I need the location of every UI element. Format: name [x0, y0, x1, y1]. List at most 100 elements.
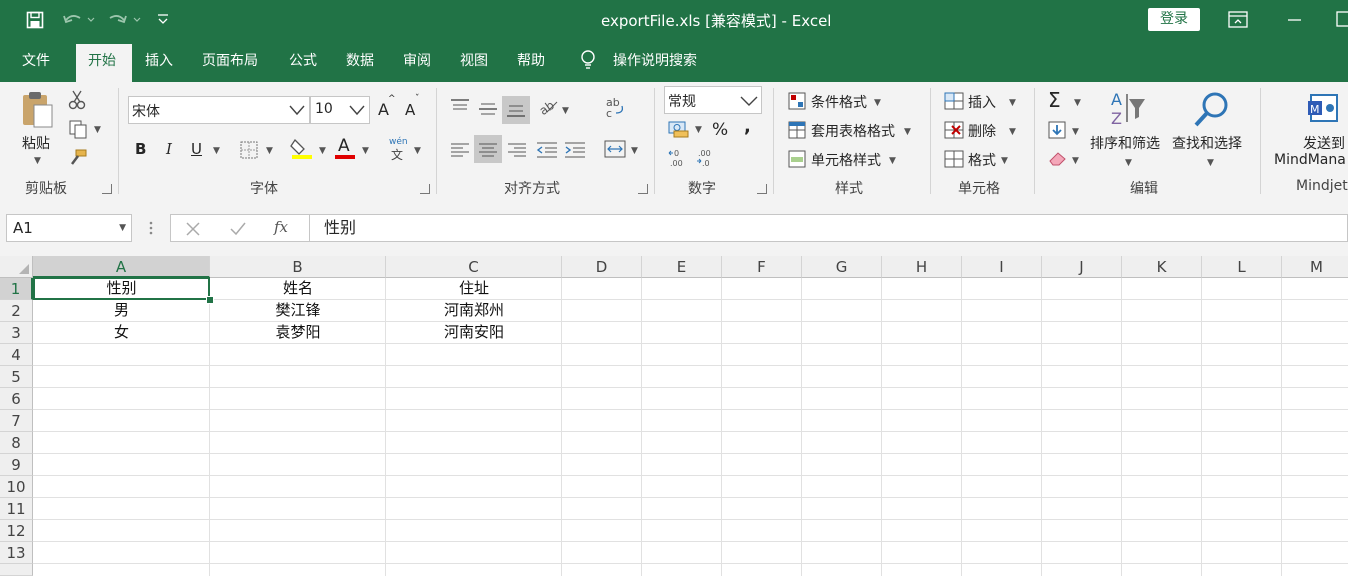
italic-button[interactable]: I: [166, 140, 172, 158]
redo-icon[interactable]: [106, 12, 142, 28]
table-dropdown-icon[interactable]: ▼: [904, 127, 911, 137]
decrease-decimal-icon[interactable]: .00 .0: [696, 148, 718, 168]
fill-color-icon[interactable]: [290, 136, 314, 160]
ribbon-display-options-icon[interactable]: [1228, 11, 1248, 28]
format-as-table-button[interactable]: 套用表格格式: [811, 121, 895, 141]
font-size-combo[interactable]: 10: [310, 96, 370, 124]
insert-dropdown-icon[interactable]: ▼: [1009, 98, 1016, 108]
row-header-10[interactable]: 10: [0, 476, 33, 498]
cut-icon[interactable]: [68, 90, 86, 110]
column-header-b[interactable]: B: [210, 256, 386, 278]
vertical-dots-icon[interactable]: [148, 221, 154, 237]
insert-cells-icon[interactable]: [944, 92, 964, 110]
font-launcher-icon[interactable]: [420, 184, 430, 194]
customize-quick-access-icon[interactable]: [156, 13, 170, 27]
comma-style-button[interactable]: ,: [744, 116, 751, 137]
cell-b2[interactable]: 樊江锋: [210, 299, 386, 321]
tab-file[interactable]: 文件: [22, 50, 50, 70]
name-box[interactable]: A1 ▼: [6, 214, 132, 242]
row-header-7[interactable]: 7: [0, 410, 33, 432]
mindmanager-icon[interactable]: M: [1308, 92, 1344, 128]
increase-indent-icon[interactable]: [564, 141, 586, 159]
tab-data[interactable]: 数据: [346, 50, 374, 70]
wrap-text-icon[interactable]: ab c: [604, 96, 626, 120]
column-header-f[interactable]: F: [722, 256, 802, 278]
paste-icon[interactable]: [20, 90, 56, 130]
tab-review[interactable]: 审阅: [403, 50, 431, 70]
row-header-4[interactable]: 4: [0, 344, 33, 366]
align-middle-icon[interactable]: [478, 102, 498, 118]
row-header-11[interactable]: 11: [0, 498, 33, 520]
row-header-6[interactable]: 6: [0, 388, 33, 410]
cell-c2[interactable]: 河南郑州: [386, 299, 562, 321]
clear-icon[interactable]: [1048, 150, 1068, 166]
minimize-icon[interactable]: [1288, 18, 1302, 22]
bold-button[interactable]: B: [135, 140, 146, 158]
column-header-e[interactable]: E: [642, 256, 722, 278]
tab-page-layout[interactable]: 页面布局: [202, 50, 258, 70]
delete-cells-button[interactable]: 删除: [968, 121, 996, 141]
accounting-format-icon[interactable]: [668, 120, 690, 138]
row-header-12[interactable]: 12: [0, 520, 33, 542]
alignment-launcher-icon[interactable]: [638, 184, 648, 194]
align-center-button[interactable]: [474, 135, 502, 163]
sort-filter-icon[interactable]: A Z: [1108, 90, 1150, 130]
font-color-button[interactable]: A: [338, 136, 350, 156]
clear-dropdown-icon[interactable]: ▼: [1072, 156, 1079, 166]
copy-dropdown-icon[interactable]: ▼: [94, 125, 101, 135]
cell-styles-icon[interactable]: [788, 150, 806, 168]
formula-input[interactable]: 性别: [310, 214, 1348, 242]
sort-filter-dropdown-icon[interactable]: ▼: [1125, 158, 1132, 168]
fill-handle[interactable]: [206, 296, 214, 304]
orientation-icon[interactable]: ab: [537, 98, 559, 118]
merge-center-icon[interactable]: [604, 140, 626, 158]
fill-dropdown-icon[interactable]: ▼: [1072, 127, 1079, 137]
paste-button[interactable]: 粘贴: [22, 133, 50, 153]
chevron-down-icon[interactable]: [289, 104, 305, 116]
decrease-indent-icon[interactable]: [536, 141, 558, 159]
column-header-k[interactable]: K: [1122, 256, 1202, 278]
find-select-icon[interactable]: [1192, 90, 1232, 130]
chevron-down-icon[interactable]: [349, 104, 365, 116]
column-header-c[interactable]: C: [386, 256, 562, 278]
login-button[interactable]: 登录: [1148, 8, 1200, 31]
copy-icon[interactable]: [68, 119, 88, 139]
fill-color-dropdown-icon[interactable]: ▼: [319, 146, 326, 156]
cell-a3[interactable]: 女: [33, 321, 210, 343]
percent-style-button[interactable]: %: [712, 120, 728, 140]
autosum-icon[interactable]: Σ: [1048, 88, 1061, 112]
align-left-icon[interactable]: [450, 142, 470, 158]
conditional-formatting-button[interactable]: 条件格式: [811, 92, 867, 112]
select-all-corner[interactable]: [0, 256, 33, 278]
tab-insert[interactable]: 插入: [145, 50, 173, 70]
accounting-dropdown-icon[interactable]: ▼: [695, 125, 702, 135]
number-format-combo[interactable]: 常规: [664, 86, 762, 114]
align-top-icon[interactable]: [450, 98, 470, 114]
row-header-3[interactable]: 3: [0, 322, 33, 344]
shrink-font-button[interactable]: A: [405, 101, 415, 119]
find-select-dropdown-icon[interactable]: ▼: [1207, 158, 1214, 168]
underline-dropdown-icon[interactable]: ▼: [213, 146, 220, 156]
merge-dropdown-icon[interactable]: ▼: [631, 146, 638, 156]
insert-cells-button[interactable]: 插入: [968, 92, 996, 112]
row-header-8[interactable]: 8: [0, 432, 33, 454]
tab-home[interactable]: 开始: [88, 50, 116, 70]
column-header-i[interactable]: I: [962, 256, 1042, 278]
insert-function-button[interactable]: fx: [274, 218, 288, 236]
conditional-dropdown-icon[interactable]: ▼: [874, 98, 881, 108]
column-header-a[interactable]: A: [33, 256, 210, 278]
delete-cells-icon[interactable]: [944, 121, 964, 139]
border-icon[interactable]: [240, 141, 258, 159]
chevron-down-icon[interactable]: [740, 95, 758, 107]
format-dropdown-icon[interactable]: ▼: [1001, 156, 1008, 166]
conditional-formatting-icon[interactable]: [788, 92, 806, 110]
tab-formulas[interactable]: 公式: [289, 50, 317, 70]
row-header-1[interactable]: 1: [0, 278, 33, 300]
format-as-table-icon[interactable]: [788, 121, 806, 139]
tell-me-search[interactable]: 操作说明搜索: [613, 50, 697, 70]
cell-styles-dropdown-icon[interactable]: ▼: [889, 156, 896, 166]
increase-decimal-icon[interactable]: 0 .00: [668, 148, 690, 168]
fill-icon[interactable]: [1048, 121, 1066, 139]
delete-dropdown-icon[interactable]: ▼: [1009, 127, 1016, 137]
font-name-combo[interactable]: 宋体: [128, 96, 310, 124]
